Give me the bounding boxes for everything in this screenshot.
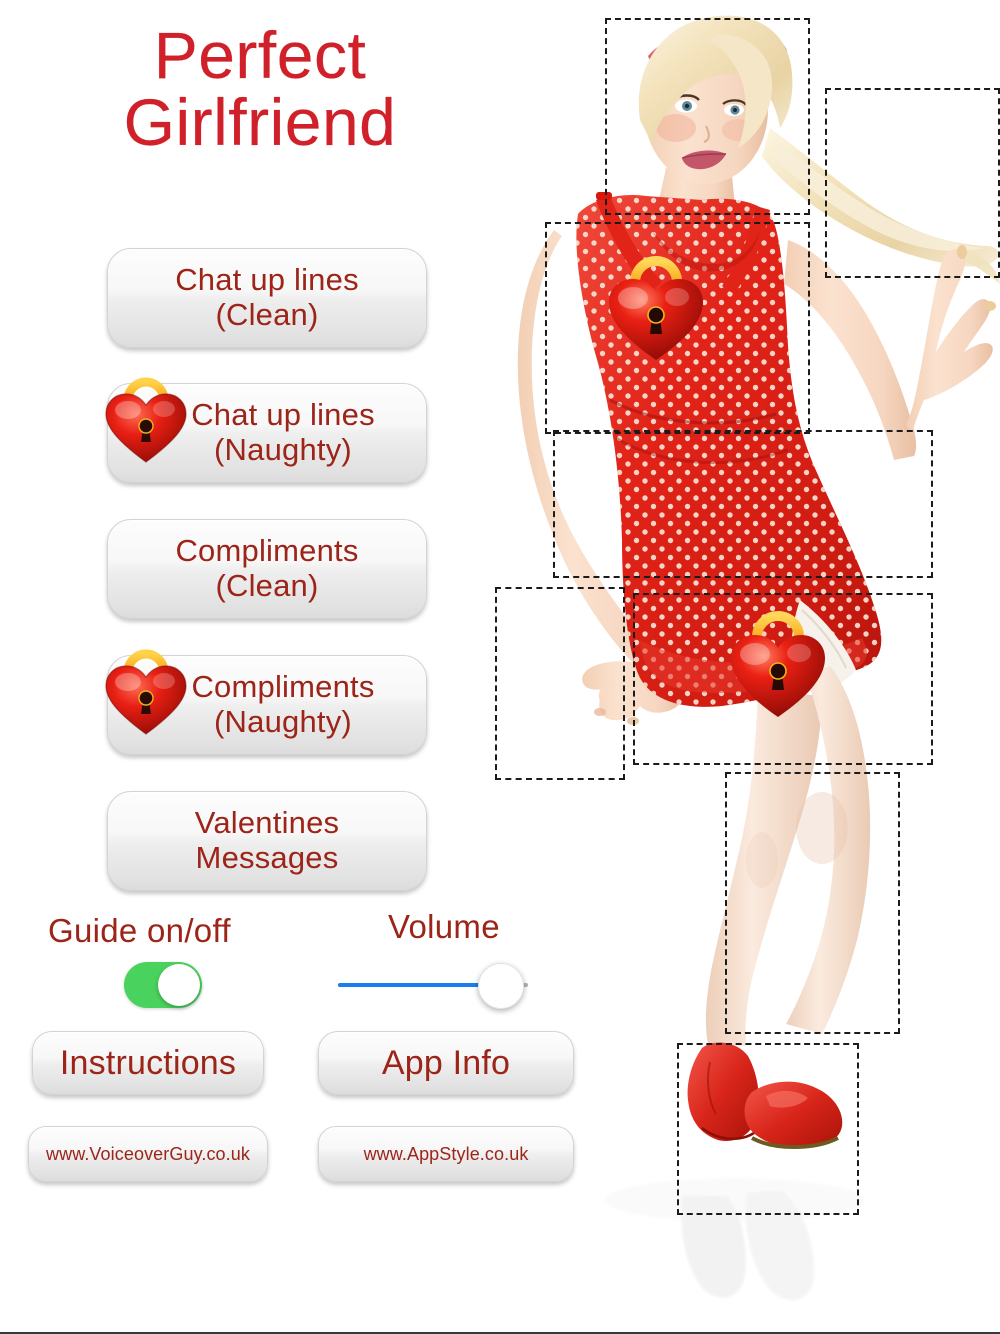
instructions-button[interactable]: Instructions (32, 1031, 264, 1095)
button-label: www.VoiceoverGuy.co.uk (46, 1143, 250, 1164)
hotspot-shoes[interactable] (677, 1043, 859, 1215)
voiceoverguy-link-button[interactable]: www.VoiceoverGuy.co.uk (28, 1126, 268, 1182)
button-label: Chat up lines (Naughty) (191, 397, 375, 467)
button-label: Instructions (59, 1043, 237, 1082)
compliments-clean-button[interactable]: Compliments (Clean) (107, 519, 427, 619)
guide-toggle-label: Guide on/off (48, 912, 231, 949)
hotspot-chest[interactable] (545, 222, 810, 434)
hotspot-head[interactable] (605, 18, 810, 215)
chat-up-lines-clean-button[interactable]: Chat up lines (Clean) (107, 248, 427, 348)
toggle-knob (158, 964, 200, 1006)
button-label: Compliments (Clean) (175, 533, 359, 603)
hotspot-skirt[interactable] (633, 593, 933, 765)
button-label: Compliments (Naughty) (191, 669, 375, 739)
hotspot-waist[interactable] (553, 430, 933, 578)
app-screen: Perfect Girlfriend Chat up lines (Clean) (0, 0, 1000, 1334)
chat-up-lines-naughty-button[interactable]: Chat up lines (Naughty) (105, 377, 427, 483)
button-label: Chat up lines (Clean) (175, 262, 359, 332)
heart-padlock-icon (105, 649, 187, 735)
guide-on-off-toggle[interactable] (124, 962, 202, 1008)
hotspot-legs[interactable] (725, 772, 900, 1034)
heart-padlock-icon (105, 377, 187, 463)
button-label: Valentines Messages (194, 805, 340, 875)
compliments-naughty-button[interactable]: Compliments (Naughty) (105, 649, 427, 755)
hotspot-left-hand[interactable] (495, 587, 625, 780)
page-title: Perfect Girlfriend (123, 18, 397, 160)
character-photo-panel (470, 0, 1000, 1332)
valentines-messages-button[interactable]: Valentines Messages (107, 791, 427, 891)
hotspot-hair-hand[interactable] (825, 88, 1000, 278)
